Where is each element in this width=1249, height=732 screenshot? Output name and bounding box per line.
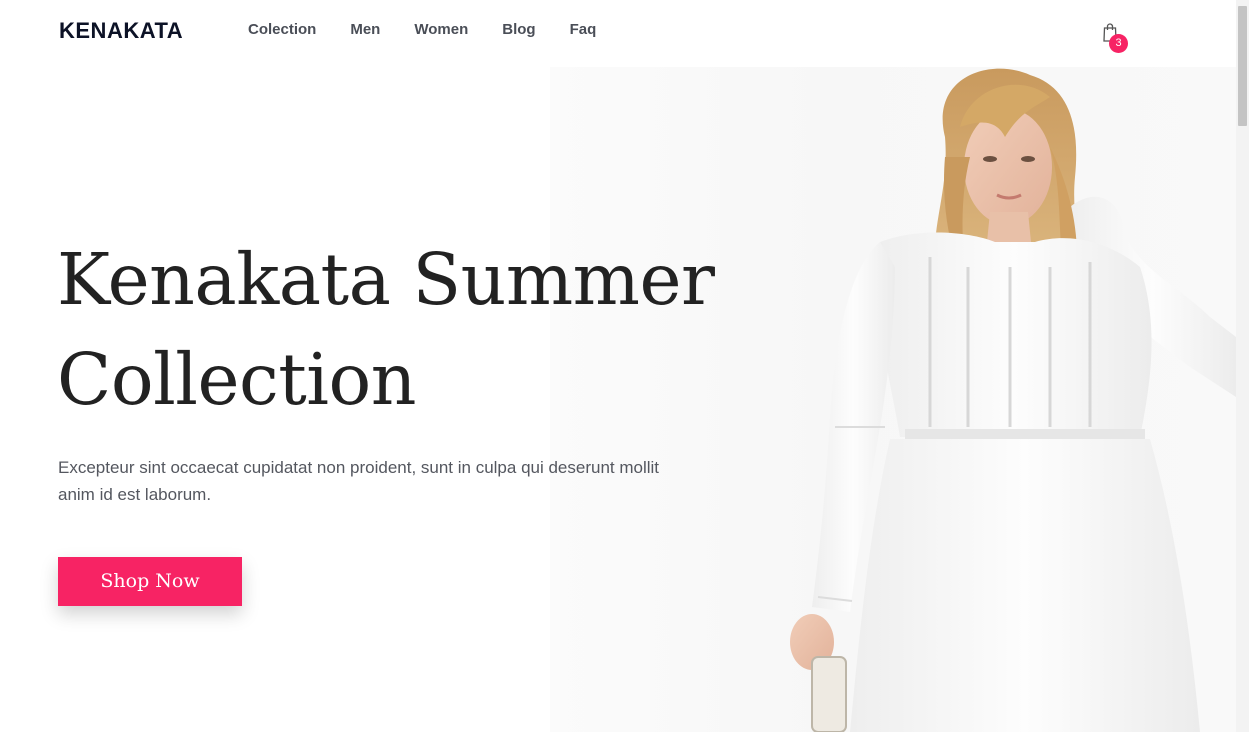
shop-now-button[interactable]: Shop Now (58, 557, 242, 606)
hero-title-line-2: Collection (57, 338, 416, 421)
hero-description: Excepteur sint occaecat cupidatat non pr… (58, 458, 660, 504)
hero-title-line-1: Kenakata Summer (57, 238, 715, 321)
scrollbar-thumb[interactable] (1238, 6, 1247, 126)
nav-item-blog[interactable]: Blog (502, 20, 535, 40)
main-nav: Colection Men Women Blog Faq (248, 20, 630, 40)
hero-title: Kenakata Summer Collection (57, 230, 777, 430)
cart-button[interactable]: 3 (1100, 20, 1132, 54)
cart-count-badge: 3 (1109, 34, 1128, 53)
nav-item-faq[interactable]: Faq (570, 20, 597, 40)
nav-item-women[interactable]: Women (414, 20, 468, 40)
site-logo[interactable]: KENAKATA (59, 18, 183, 44)
nav-item-men[interactable]: Men (350, 20, 380, 40)
nav-item-colection[interactable]: Colection (248, 20, 316, 40)
